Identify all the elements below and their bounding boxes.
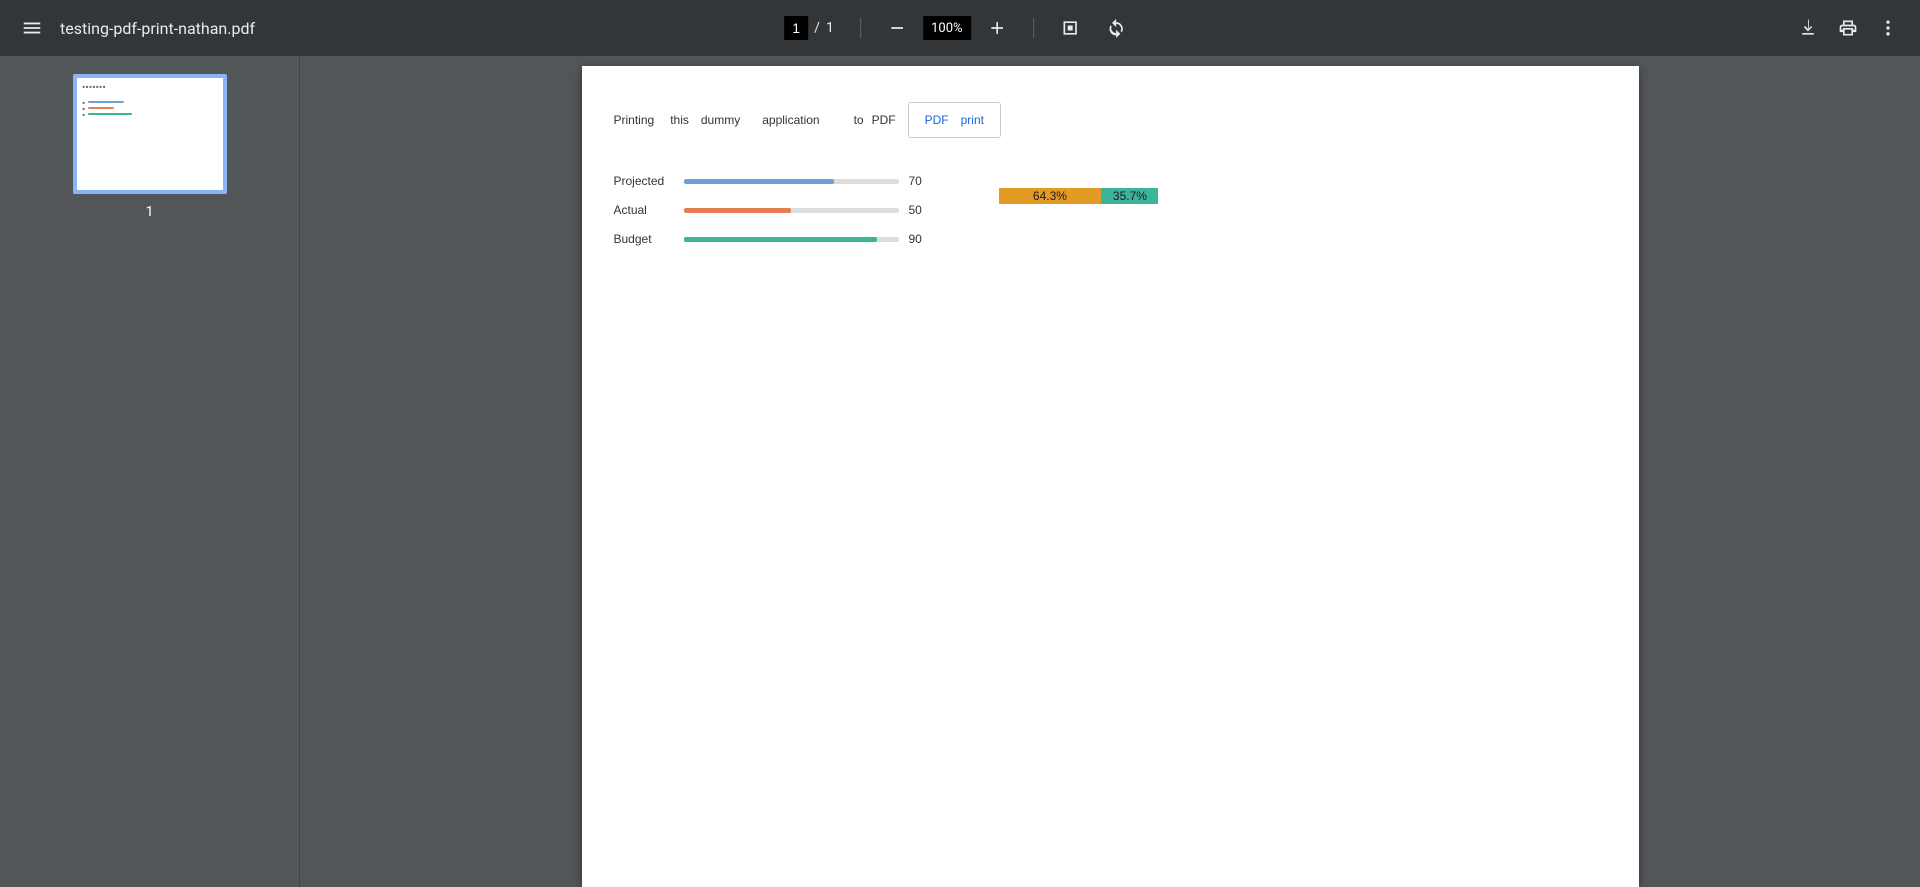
zoom-level: 100%	[923, 16, 971, 40]
toolbar: testing-pdf-print-nathan.pdf / 1 100%	[0, 0, 1920, 56]
toolbar-right	[1788, 8, 1920, 48]
print-button[interactable]	[1828, 8, 1868, 48]
stacked-segment: 35.7%	[1101, 188, 1158, 204]
page-total: 1	[826, 20, 834, 36]
fit-to-page-button[interactable]	[1050, 8, 1090, 48]
thumbnail-sidebar: ■ ■ ■ ■ ■ ■ ■ ■ ■ ■ 1	[0, 56, 300, 887]
title-word: PDF	[872, 113, 896, 127]
bar-value: 50	[909, 203, 939, 217]
bar-fill	[684, 237, 878, 242]
bar-track	[684, 237, 899, 242]
pdf-page: Printing this dummy application to PDF P…	[582, 66, 1639, 887]
stacked-segment: 64.3%	[999, 188, 1102, 204]
bar-value: 70	[909, 174, 939, 188]
menu-icon[interactable]	[12, 8, 52, 48]
viewer-body: ■ ■ ■ ■ ■ ■ ■ ■ ■ ■ 1 Printing this dumm…	[0, 56, 1920, 887]
title-word: to	[854, 113, 864, 127]
title-word: dummy	[701, 113, 740, 127]
bar-label: Actual	[614, 203, 674, 217]
divider	[1033, 18, 1034, 38]
progress-bars-table: Projected 70 Actual 50 Budget 90	[614, 174, 939, 246]
document-filename: testing-pdf-print-nathan.pdf	[60, 19, 255, 38]
bar-track	[684, 208, 899, 213]
page-number-input[interactable]	[784, 16, 808, 40]
bar-label: Budget	[614, 232, 674, 246]
chip-pdf-label: PDF	[925, 113, 949, 127]
zoom-in-button[interactable]	[977, 8, 1017, 48]
download-button[interactable]	[1788, 8, 1828, 48]
page-thumbnail[interactable]: ■ ■ ■ ■ ■ ■ ■ ■ ■ ■	[73, 74, 227, 194]
title-word: Printing	[614, 113, 655, 127]
pdf-print-chip[interactable]: PDF print	[908, 102, 1001, 138]
bar-value: 90	[909, 232, 939, 246]
pdf-viewer-app: testing-pdf-print-nathan.pdf / 1 100%	[0, 0, 1920, 887]
title-word: this	[670, 113, 689, 127]
bar-label: Projected	[614, 174, 674, 188]
thumbnail-preview: ■ ■ ■ ■ ■ ■ ■ ■ ■ ■	[83, 84, 217, 184]
page-title-row: Printing this dummy application to PDF P…	[614, 102, 1607, 138]
bar-track	[684, 179, 899, 184]
zoom-out-button[interactable]	[877, 8, 917, 48]
toolbar-center: / 1 100%	[784, 8, 1136, 48]
bars-section: Projected 70 Actual 50 Budget 90 64.3%35.7%	[614, 174, 1607, 246]
bar-fill	[684, 179, 835, 184]
stacked-percentage-bar: 64.3%35.7%	[999, 188, 1159, 204]
chip-print-label: print	[961, 113, 984, 127]
page-viewport[interactable]: Printing this dummy application to PDF P…	[300, 56, 1920, 887]
toolbar-left: testing-pdf-print-nathan.pdf	[0, 8, 255, 48]
bar-fill	[684, 208, 792, 213]
page-separator: /	[814, 20, 820, 36]
more-menu-button[interactable]	[1868, 8, 1908, 48]
thumbnail-page-number: 1	[146, 204, 154, 220]
rotate-button[interactable]	[1096, 8, 1136, 48]
divider	[860, 18, 861, 38]
title-word: application	[762, 113, 819, 127]
